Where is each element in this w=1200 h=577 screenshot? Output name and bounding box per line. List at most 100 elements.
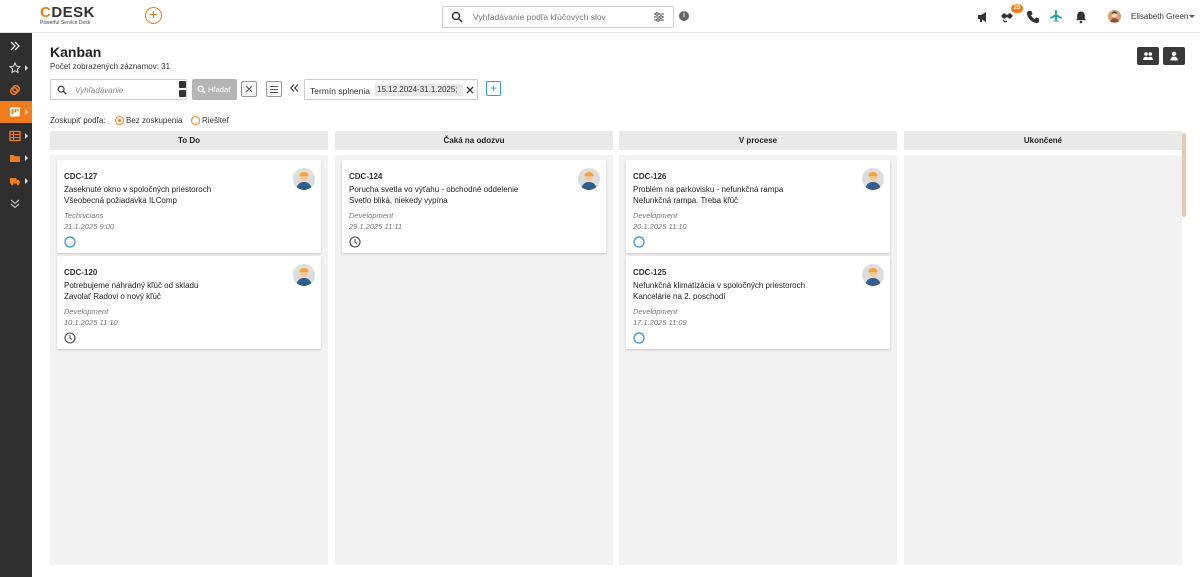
group-none-label[interactable]: Bez zoskupenia	[126, 116, 182, 125]
user-icon	[1170, 51, 1178, 61]
search-button-label: Hľadať	[208, 85, 231, 94]
ticket-card[interactable]: CDC-120 Potrebujeme náhradný kľúč od skla…	[57, 256, 321, 349]
search-settings-icon[interactable]	[653, 11, 665, 23]
kanban-search-input[interactable]	[75, 83, 175, 97]
sidebar-item-favorites[interactable]	[0, 57, 32, 79]
circle-icon	[633, 332, 645, 344]
sidebar-expand[interactable]	[0, 35, 32, 57]
ticket-description: Kancelárie na 2. poschodí	[633, 292, 726, 301]
column-header: Ukončené	[904, 131, 1182, 150]
column-header: To Do	[50, 131, 328, 150]
add-filter-button[interactable]: +	[486, 81, 501, 96]
logo-tagline: Powerful Service Desk	[40, 20, 91, 26]
ticket-team: Development	[633, 211, 678, 220]
clock-icon	[349, 236, 361, 248]
ticket-description: Všeobecná požiadavka ILComp	[64, 196, 177, 205]
record-count: Počet zobrazených záznamov: 31	[50, 62, 171, 71]
kanban-search	[50, 79, 187, 100]
ticket-id[interactable]: CDC-125	[633, 268, 666, 277]
assignee-avatar-icon[interactable]	[862, 264, 884, 286]
sidebar-more[interactable]	[0, 193, 32, 215]
caret-right-icon	[25, 65, 28, 71]
kanban-column[interactable]	[904, 155, 1182, 565]
ticket-subject: Problém na parkovisku - nefunkčná rampa	[633, 185, 784, 194]
search-mode-toggle[interactable]	[179, 81, 186, 98]
ticket-team: Development	[633, 307, 678, 316]
ticket-description: Svetlo bliká, niekedy vypína	[349, 196, 448, 205]
due-date-filter-chip[interactable]: Termín splnenia 15.12.2024-31.1.2025;	[304, 79, 478, 100]
ticket-card[interactable]: CDC-127 Zaseknuté okno v spoločných pries…	[57, 160, 321, 253]
group-assignee-radio[interactable]	[191, 116, 200, 125]
table-icon	[9, 130, 21, 142]
ticket-team: Development	[349, 211, 394, 220]
ticket-subject: Nefunkčná klimatizácia v spoločných prie…	[633, 281, 806, 290]
ticket-card[interactable]: CDC-125 Nefunkčná klimatizácia v spoločný…	[626, 256, 890, 349]
ticket-id[interactable]: CDC-120	[64, 268, 97, 277]
ticket-subject: Zaseknuté okno v spoločných priestoroch	[64, 185, 212, 194]
close-icon[interactable]	[466, 86, 474, 94]
megaphone-icon[interactable]	[976, 10, 990, 24]
ticket-id[interactable]: CDC-127	[64, 172, 97, 181]
double-chevron-right-icon	[10, 41, 20, 51]
column-header: Čaká na odozvu	[335, 131, 613, 150]
kanban-column[interactable]: CDC-126 Problém na parkovisku - nefunkčná…	[619, 155, 897, 565]
ticket-id[interactable]: CDC-126	[633, 172, 666, 181]
phone-icon[interactable]	[1026, 10, 1040, 24]
user-name[interactable]: Elisabeth Green	[1131, 12, 1188, 21]
search-icon	[451, 11, 463, 23]
search-button[interactable]: Hľadať	[192, 79, 237, 100]
close-icon	[245, 85, 253, 93]
add-new-button[interactable]: +	[145, 7, 162, 24]
sidebar-item-integrations[interactable]	[0, 79, 32, 101]
chevron-down-icon[interactable]	[1189, 15, 1195, 18]
clock-icon	[64, 332, 76, 344]
caret-right-icon	[25, 133, 28, 139]
filter-menu-button[interactable]	[266, 81, 282, 97]
kanban-column[interactable]: CDC-124 Porucha svetla vo výťahu - obchod…	[335, 155, 613, 565]
logo-text: CDESK	[40, 4, 96, 21]
group-assignee-label[interactable]: Riešiteľ	[202, 116, 229, 125]
ticket-due-date: 17.1.2025 11:09	[633, 318, 687, 327]
assignee-avatar-icon[interactable]	[293, 264, 315, 286]
ticket-id[interactable]: CDC-124	[349, 172, 382, 181]
truck-icon	[10, 178, 20, 186]
folder-icon	[10, 155, 20, 162]
clear-filters-button[interactable]	[241, 81, 257, 97]
ticket-subject: Porucha svetla vo výťahu - obchodné odde…	[349, 185, 519, 194]
circle-icon	[64, 236, 76, 248]
double-chevron-down-icon	[10, 199, 20, 209]
scrollbar[interactable]	[1182, 133, 1186, 217]
user-avatar[interactable]	[1108, 10, 1121, 23]
assignee-avatar-icon[interactable]	[862, 168, 884, 190]
ticket-due-date: 20.1.2025 11:10	[633, 222, 687, 231]
ticket-subject: Potrebujeme náhradný kľúč od skladu	[64, 281, 199, 290]
sidebar	[0, 33, 32, 577]
sidebar-item-folders[interactable]	[0, 147, 32, 169]
ticket-team: Technicians	[64, 211, 104, 220]
sidebar-item-kanban[interactable]	[0, 101, 32, 123]
ticket-due-date: 29.1.2025 11:11	[349, 222, 403, 231]
column-header: V procese	[619, 131, 897, 150]
circle-icon	[633, 236, 645, 248]
personal-view-button[interactable]	[1163, 47, 1185, 65]
ticket-card[interactable]: CDC-126 Problém na parkovisku - nefunkčná…	[626, 160, 890, 253]
global-search-input[interactable]	[473, 10, 648, 24]
double-chevron-left-icon[interactable]	[289, 83, 299, 93]
ticket-team: Development	[64, 307, 109, 316]
link-rings-icon	[9, 84, 21, 96]
assignee-avatar-icon[interactable]	[578, 168, 600, 190]
airplane-icon[interactable]	[1049, 9, 1063, 23]
bell-icon[interactable]	[1074, 10, 1088, 24]
filter-chip-label: Termín splnenia	[310, 86, 371, 96]
filter-chip-value[interactable]: 15.12.2024-31.1.2025;	[375, 84, 463, 96]
ticket-card[interactable]: CDC-124 Porucha svetla vo výťahu - obchod…	[342, 160, 606, 253]
top-bar: CDESK Powerful Service Desk + i 20 Elisa…	[0, 0, 1200, 33]
group-none-radio[interactable]	[115, 116, 124, 125]
kanban-column[interactable]: CDC-127 Zaseknuté okno v spoločných pries…	[50, 155, 328, 565]
assignee-avatar-icon[interactable]	[293, 168, 315, 190]
info-icon[interactable]: i	[679, 11, 689, 21]
team-view-button[interactable]	[1137, 47, 1159, 65]
sidebar-item-records[interactable]	[0, 125, 32, 147]
cdesk-logo[interactable]: CDESK Powerful Service Desk	[40, 4, 110, 28]
sidebar-item-reports[interactable]	[0, 170, 32, 192]
